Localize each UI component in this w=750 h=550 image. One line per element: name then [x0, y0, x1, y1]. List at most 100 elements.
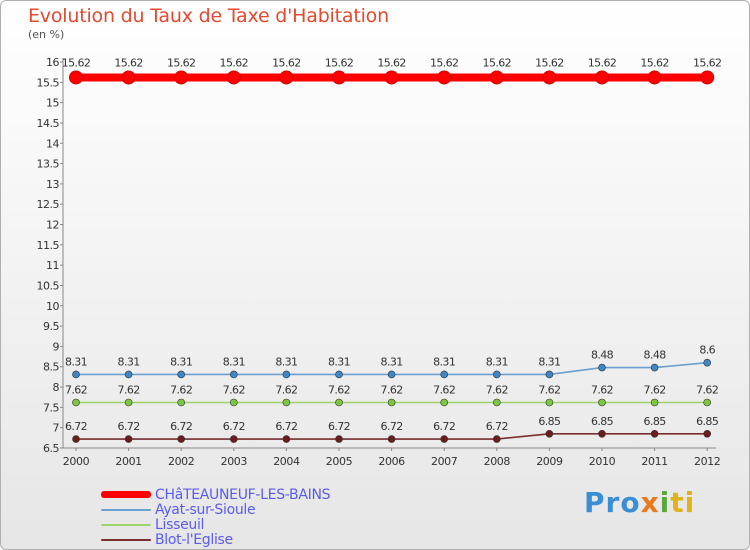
series-1-label-2: 8.31: [170, 355, 192, 368]
series-1-point-5: [335, 370, 343, 379]
series-2-point-1: [124, 398, 133, 407]
series-0-label-4: 15.62: [272, 56, 301, 69]
series-0-point-9: [542, 70, 557, 85]
series-0-point-5: [332, 70, 346, 85]
series-0-point-3: [226, 70, 241, 85]
x-tick-label-10: 2010: [589, 455, 616, 468]
line-chart: 6.5 7 7.5 8 8.5 9 9.5 10 10.5 11 11.5 12 12.5 13 13.5 1…: [37, 56, 723, 468]
series-1-label-6: 8.31: [381, 355, 403, 368]
series-2-label-10: 7.62: [591, 383, 613, 396]
series-2-point-12: [703, 398, 712, 407]
series-0-label-8: 15.62: [483, 56, 512, 69]
y-tick-label-16: 14.5: [37, 117, 60, 130]
series-0-point-11: [647, 70, 662, 85]
series-2-label-2: 7.62: [170, 383, 192, 396]
y-tick-label-9: 11: [46, 259, 59, 272]
legend-label-3: Blot-l'Eglise: [155, 531, 233, 548]
series-2-label-1: 7.62: [118, 383, 140, 396]
series-2-point-6: [387, 398, 396, 407]
series-3-label-11: 6.85: [644, 415, 667, 428]
series-3-label-0: 6.72: [65, 420, 87, 433]
series-1-point-3: [230, 370, 238, 379]
series-2-point-3: [230, 398, 238, 407]
series-3-point-6: [387, 435, 396, 443]
y-tick-label-12: 12.5: [37, 198, 60, 211]
legend-swatch-0: [101, 491, 151, 498]
y-tick-label-17: 15: [46, 97, 59, 110]
series-1-point-4: [282, 370, 291, 379]
series-0-label-11: 15.62: [640, 56, 669, 69]
series-0-point-8: [489, 70, 504, 85]
y-tick-label-18: 15.5: [37, 76, 60, 89]
legend-label-2: Lisseuil: [155, 516, 205, 533]
series-1-label-4: 8.31: [275, 355, 297, 368]
series-2-point-5: [335, 398, 343, 407]
x-tick-label-9: 2009: [536, 455, 563, 468]
series-1-point-6: [387, 370, 396, 379]
series-1-point-2: [177, 370, 185, 379]
series-1-point-11: [650, 363, 659, 372]
series-3-label-3: 6.72: [223, 420, 245, 433]
series-0-point-10: [595, 70, 609, 85]
series-2-point-4: [282, 398, 291, 407]
series-2-point-2: [177, 398, 185, 407]
series-3-label-8: 6.72: [486, 420, 508, 433]
legend-label-0: CHâTEAUNEUF-LES-BAINS: [155, 486, 331, 503]
series-3-point-4: [282, 435, 291, 443]
chart-frame: Evolution du Taux de Taxe d'Habitation (…: [0, 0, 750, 550]
y-tick-label-3: 8: [53, 381, 60, 394]
y-tick-label-4: 8.5: [43, 361, 59, 374]
series-2-label-4: 7.62: [275, 383, 297, 396]
legend-label-1: Ayat-sur-Sioule: [155, 501, 256, 518]
x-tick-label-0: 2000: [63, 455, 90, 468]
series-2-label-11: 7.62: [644, 383, 666, 396]
series-1-point-0: [72, 370, 80, 379]
series-3-label-5: 6.72: [328, 420, 350, 433]
series-1-label-7: 8.31: [433, 355, 455, 368]
y-tick-label-13: 13: [46, 178, 59, 191]
legend-swatch-2: [101, 523, 151, 526]
y-tick-label-2: 7.5: [43, 401, 59, 414]
x-tick-label-8: 2008: [484, 455, 511, 468]
legend-swatch-1: [101, 508, 151, 511]
x-tick-label-4: 2004: [273, 455, 300, 468]
x-tick-label-6: 2006: [378, 455, 405, 468]
series-2-label-9: 7.62: [538, 383, 560, 396]
series-3-label-6: 6.72: [381, 420, 403, 433]
series-1-label-11: 8.48: [644, 349, 667, 362]
y-tick-label-8: 10.5: [37, 279, 60, 292]
series-1-point-1: [124, 370, 133, 379]
x-tick-label-2: 2002: [168, 455, 194, 468]
y-tick-label-6: 9.5: [43, 320, 59, 333]
y-tick-label-10: 11.5: [37, 239, 60, 252]
x-tick-label-7: 2007: [431, 455, 458, 468]
series-1-label-1: 8.31: [118, 355, 140, 368]
series-0-label-6: 15.62: [377, 56, 406, 69]
series-0-label-7: 15.62: [430, 56, 459, 69]
series-2-point-8: [492, 398, 501, 407]
series-1-label-0: 8.31: [65, 355, 87, 368]
series-3-point-10: [598, 429, 606, 438]
series-1-point-8: [492, 370, 501, 379]
series-1-label-3: 8.31: [223, 355, 245, 368]
series-2-point-9: [545, 398, 554, 407]
series-0-label-12: 15.62: [693, 56, 722, 69]
series-0-label-9: 15.62: [535, 56, 564, 69]
series-2-label-7: 7.62: [433, 383, 455, 396]
series-3-point-5: [335, 435, 343, 443]
series-3-point-1: [124, 435, 133, 443]
series-2-label-0: 7.62: [65, 383, 87, 396]
y-tick-label-1: 7: [53, 422, 60, 435]
series-0-label-3: 15.62: [220, 56, 249, 69]
series-1-label-9: 8.31: [538, 355, 560, 368]
legend-item-0: CHâTEAUNEUF-LES-BAINS: [101, 486, 331, 503]
proxiti-logo: Proxiti: [584, 486, 696, 519]
series-3-point-9: [545, 429, 554, 438]
y-tick-label-0: 6.5: [43, 442, 59, 455]
series-0-label-1: 15.62: [114, 56, 143, 69]
legend-item-2: Lisseuil: [101, 517, 330, 532]
series-1-point-12: [703, 358, 712, 367]
y-tick-label-5: 9: [53, 340, 60, 353]
series-3-label-4: 6.72: [275, 420, 297, 433]
y-tick-label-7: 10: [46, 300, 59, 313]
